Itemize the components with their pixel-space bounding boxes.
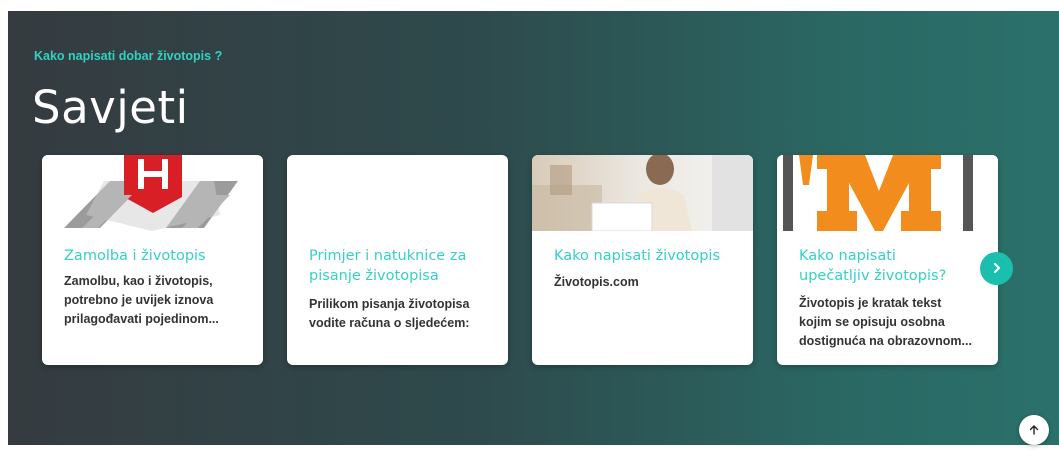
carousel-next-button[interactable] bbox=[980, 252, 1013, 285]
section-title: Savjeti bbox=[32, 81, 189, 134]
section-subtitle: Kako napisati dobar životopis ? bbox=[34, 49, 223, 63]
card-title: Primjer i natuknice za pisanje životopis… bbox=[309, 248, 467, 284]
card-description: Prilikom pisanja životopisa vodite račun… bbox=[309, 297, 470, 330]
card-description: Životopis je kratak tekst kojim se opisu… bbox=[799, 296, 972, 348]
section-divider bbox=[8, 445, 1059, 452]
tip-card-zamolba[interactable]: Zamolba i životopis Zamolbu, kao i život… bbox=[42, 155, 263, 365]
card-image-photo bbox=[532, 155, 753, 231]
scroll-to-top-button[interactable] bbox=[1019, 415, 1049, 445]
tip-card-kako-napisati[interactable]: Kako napisati životopis Životopis.com bbox=[532, 155, 753, 365]
tips-section: Kako napisati dobar životopis ? Savjeti … bbox=[8, 11, 1059, 445]
card-description: Zamolbu, kao i životopis, potrebno je uv… bbox=[64, 274, 219, 326]
arrow-up-icon bbox=[1028, 421, 1040, 440]
card-title: Zamolba i životopis bbox=[64, 248, 206, 264]
card-description: Životopis.com bbox=[554, 275, 639, 289]
card-title: Kako napisati upečatljiv životopis? bbox=[799, 248, 947, 284]
tip-card-upecatljiv[interactable]: Kako napisati upečatljiv životopis? Živo… bbox=[777, 155, 998, 365]
card-image-logo bbox=[42, 155, 263, 231]
chevron-right-icon bbox=[991, 259, 1003, 278]
card-title: Kako napisati životopis bbox=[554, 248, 721, 264]
tip-card-primjer[interactable]: Primjer i natuknice za pisanje životopis… bbox=[287, 155, 508, 365]
card-image-logo bbox=[777, 155, 998, 231]
